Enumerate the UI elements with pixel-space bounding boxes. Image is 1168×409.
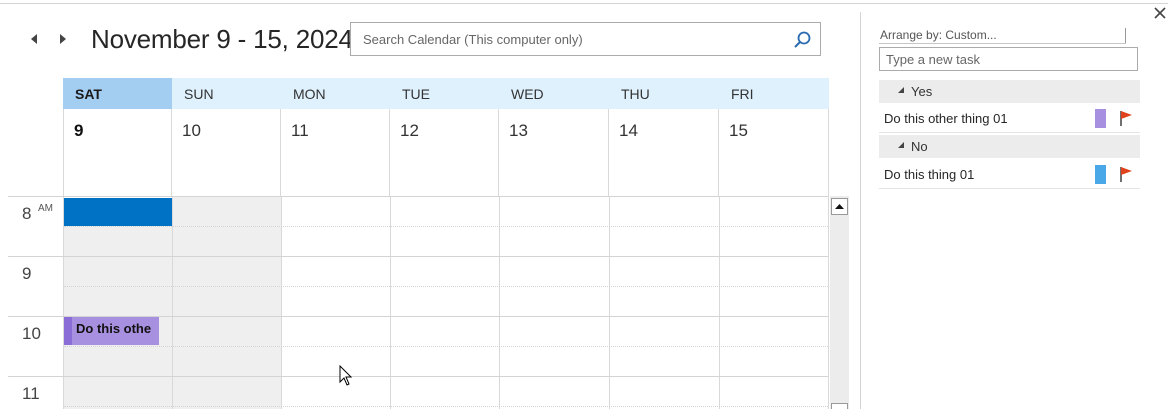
collapse-triangle-icon: [898, 142, 904, 148]
hour-line: [8, 256, 828, 257]
weekend-shade-sun: [173, 196, 281, 409]
scroll-up-button[interactable]: [831, 198, 848, 215]
grid-column-border: [390, 196, 391, 409]
outlook-calendar-window: November 9 - 15, 2024 SATSUNMONTUEWEDTHU…: [0, 0, 1168, 409]
collapse-triangle-icon: [898, 87, 904, 93]
arrange-separator: [1125, 28, 1126, 43]
group-label: Yes: [911, 84, 933, 99]
time-label-9: 9: [22, 264, 32, 283]
task-item[interactable]: Do this other thing 01: [879, 103, 1140, 133]
day-header-wed[interactable]: WED: [499, 78, 609, 109]
task-group-no[interactable]: No: [879, 135, 1140, 158]
grid-column-border: [172, 196, 173, 409]
search-box[interactable]: [350, 22, 821, 56]
triangle-up-icon: [835, 204, 844, 209]
calendar-event-do-this-other[interactable]: Do this othe: [64, 317, 159, 345]
event-color-bar: [64, 317, 72, 345]
task-name: Do this other thing 01: [884, 111, 1008, 126]
day-header-fri[interactable]: FRI: [719, 78, 829, 109]
date-area-right-border: [828, 109, 829, 196]
time-label-8: 8: [22, 204, 32, 223]
day-header-sun[interactable]: SUN: [172, 78, 281, 109]
date-range-title: November 9 - 15, 2024: [91, 24, 353, 54]
flag-icon[interactable]: [1118, 165, 1134, 183]
task-group-yes[interactable]: Yes: [879, 80, 1140, 103]
day-header-row: SAT SUN MON TUE WED THU FRI: [63, 78, 829, 109]
arrange-underline: [879, 43, 1126, 44]
half-hour-line: [64, 226, 828, 227]
grid-column-border: [609, 196, 610, 409]
day-header-sat[interactable]: SAT: [63, 78, 172, 109]
grid-column-border: [63, 196, 64, 409]
pane-divider: [860, 12, 861, 409]
search-input[interactable]: [351, 23, 781, 55]
date-cell-10[interactable]: 10: [172, 109, 281, 196]
date-cell-9[interactable]: 9: [63, 109, 172, 196]
grid-column-border: [828, 196, 829, 409]
date-cell-11[interactable]: 11: [281, 109, 390, 196]
arrange-by-dropdown[interactable]: Arrange by: Custom...: [880, 28, 997, 42]
date-cell-14[interactable]: 14: [609, 109, 719, 196]
hour-line: [8, 196, 828, 197]
task-item[interactable]: Do this thing 01: [879, 159, 1140, 189]
calendar-event-blue[interactable]: [64, 198, 172, 226]
triangle-right-icon: [60, 34, 66, 44]
vertical-scrollbar[interactable]: [830, 196, 849, 409]
day-header-thu[interactable]: THU: [609, 78, 719, 109]
category-color-swatch[interactable]: [1095, 165, 1106, 184]
grid-column-border: [499, 196, 500, 409]
next-week-button[interactable]: [55, 30, 71, 48]
half-hour-line: [64, 406, 828, 407]
triangle-left-icon: [31, 34, 37, 44]
mouse-cursor-icon: [339, 365, 353, 386]
task-name: Do this thing 01: [884, 167, 975, 182]
group-label: No: [911, 139, 928, 154]
half-hour-line: [64, 346, 828, 347]
search-icon[interactable]: [792, 30, 812, 50]
grid-column-border: [281, 196, 282, 409]
flag-icon[interactable]: [1118, 109, 1134, 127]
top-border: [0, 3, 1168, 4]
am-label: AM: [38, 203, 53, 214]
date-cell-15[interactable]: 15: [719, 109, 829, 196]
category-color-swatch[interactable]: [1095, 109, 1106, 128]
date-cell-12[interactable]: 12: [390, 109, 499, 196]
half-hour-line: [64, 286, 828, 287]
day-header-tue[interactable]: TUE: [390, 78, 499, 109]
grid-column-border: [719, 196, 720, 409]
hour-line: [8, 376, 828, 377]
close-icon[interactable]: [1152, 5, 1168, 21]
time-label-10: 10: [22, 324, 41, 343]
new-task-box[interactable]: [879, 47, 1138, 71]
new-task-input[interactable]: [880, 48, 1137, 70]
scroll-thumb[interactable]: [831, 403, 848, 409]
day-header-mon[interactable]: MON: [281, 78, 390, 109]
time-label-11: 11: [22, 384, 40, 403]
event-label: Do this othe: [76, 321, 152, 336]
previous-week-button[interactable]: [26, 30, 42, 48]
date-cell-13[interactable]: 13: [499, 109, 609, 196]
